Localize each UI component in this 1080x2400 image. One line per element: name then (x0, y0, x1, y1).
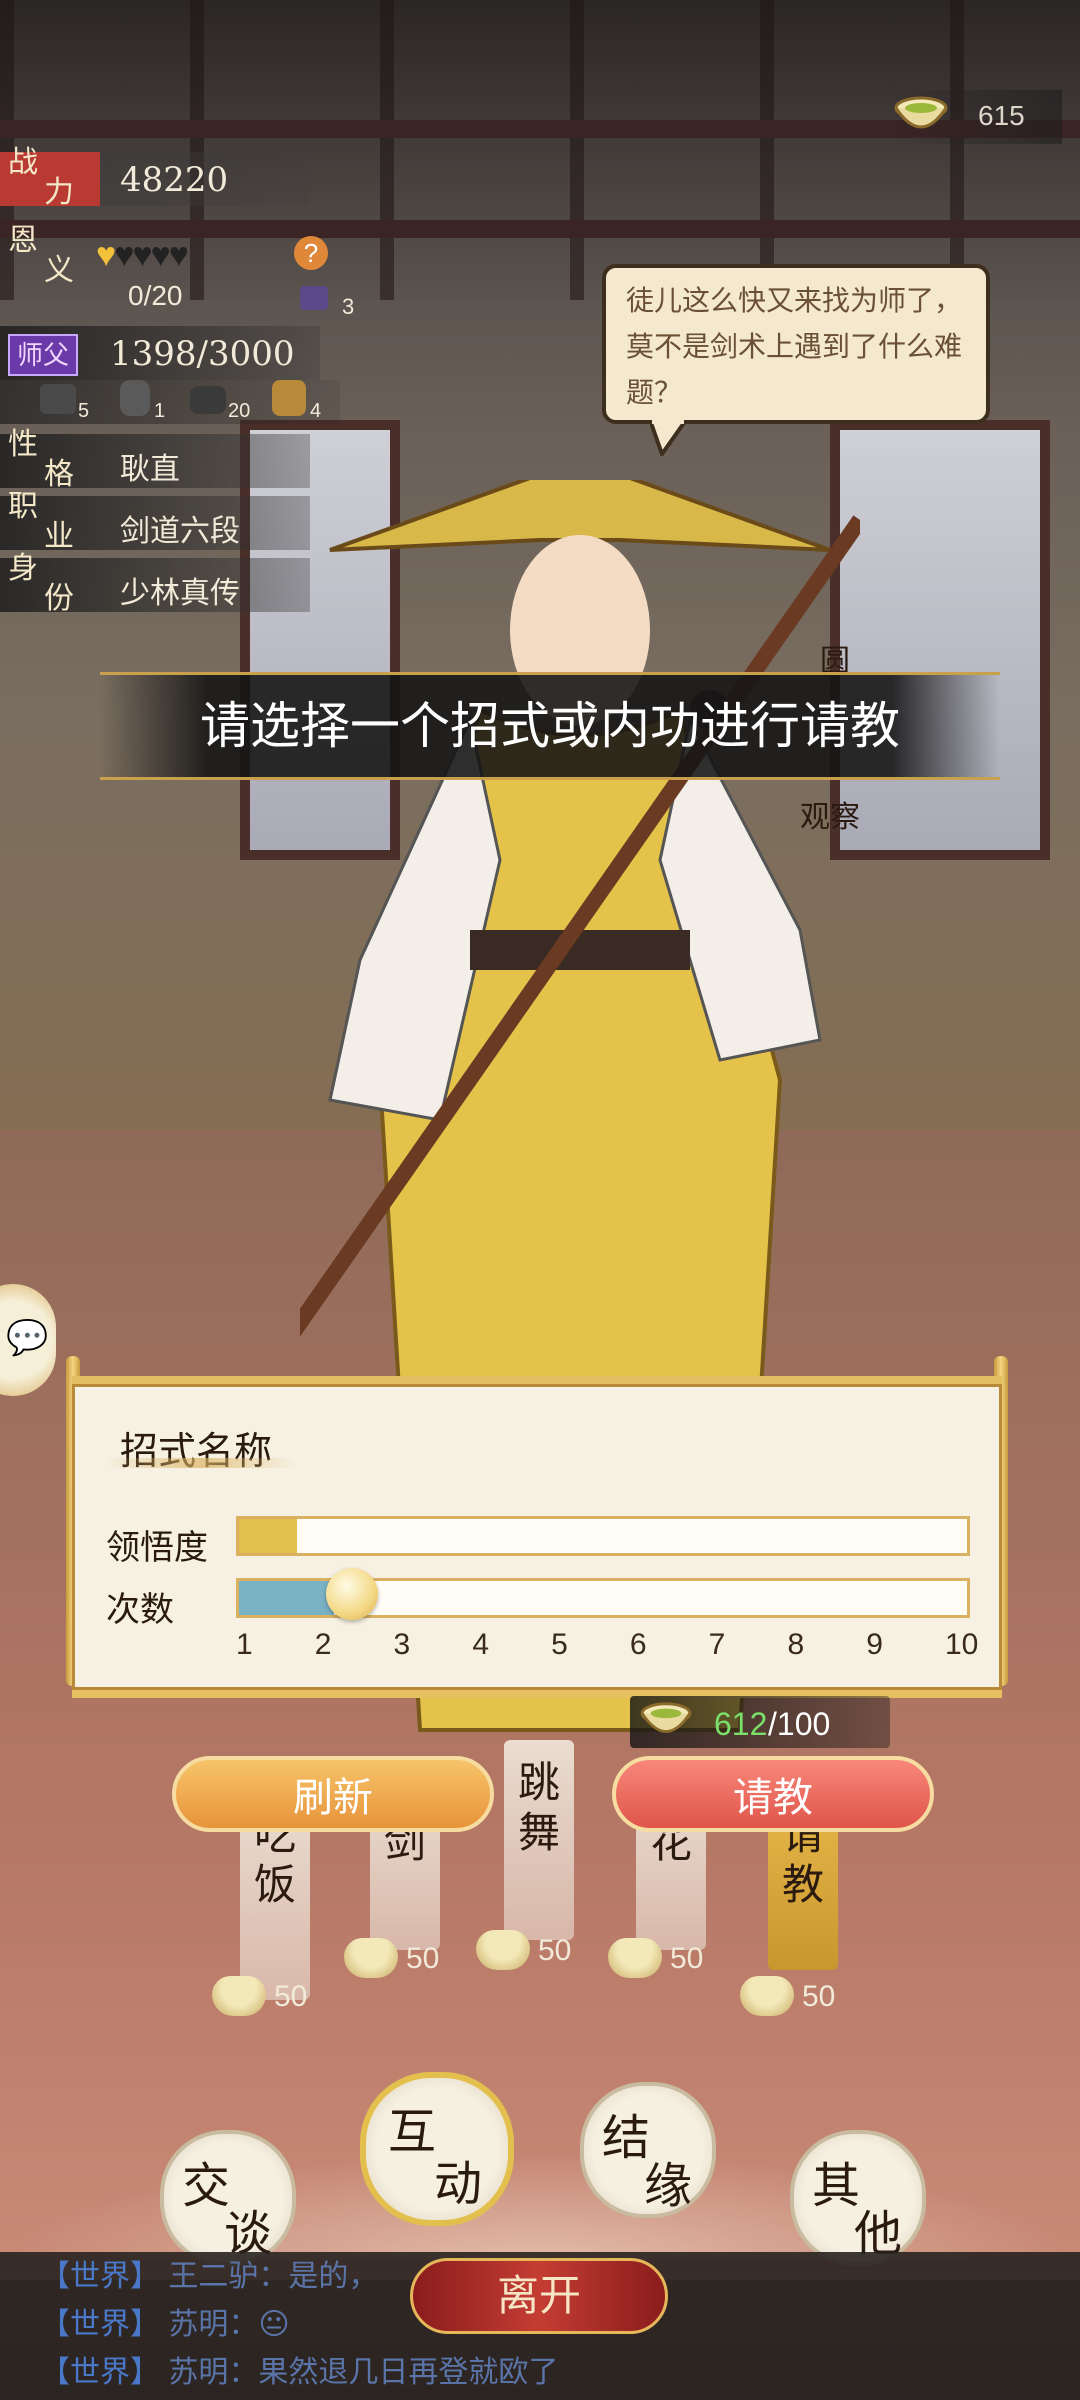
card-cost: 50 (476, 1928, 586, 1974)
personality-row: 性格 耿直 (0, 430, 310, 490)
tick-label: 3 (393, 1628, 411, 1661)
stone-icon (40, 384, 76, 414)
consult-button[interactable]: 请教 (612, 1756, 934, 1832)
consult-cost-box: 612 /100 (630, 1696, 890, 1748)
leave-button[interactable]: 离开 (410, 2258, 668, 2334)
item-row: 5 1 20 4 (0, 380, 340, 424)
chat-menu-button[interactable]: 交谈 (160, 2130, 296, 2266)
ore-icon (120, 380, 150, 416)
tick-label: 2 (314, 1628, 332, 1661)
personality-value: 耿直 (120, 453, 180, 486)
card-cost: 50 (740, 1974, 850, 2020)
tea-bowl-icon (740, 1976, 794, 2016)
tea-bowl-icon (608, 1938, 662, 1978)
tea-bowl-icon (894, 96, 948, 129)
comprehension-label: 领悟度 (106, 1529, 208, 1567)
job-value: 剑道六段 (120, 515, 240, 548)
currency-box: 615 (892, 90, 1062, 144)
item-count: 1 (154, 400, 166, 422)
gem-icon (300, 286, 328, 310)
tick-label: 4 (472, 1628, 490, 1661)
skill-panel: 招式名称 领悟度 次数 (72, 1376, 1002, 1698)
identity-key: 身份 (8, 551, 74, 616)
action-card-dance[interactable]: 跳舞 (504, 1740, 574, 1940)
power-row: 战力 48220 (0, 148, 310, 208)
action-card-label: 跳舞 (518, 1758, 561, 1857)
item-count: 4 (310, 400, 322, 422)
times-label: 次数 (106, 1591, 174, 1629)
iron-icon (190, 386, 226, 414)
bubble-tail (650, 420, 689, 456)
cost-need: /100 (768, 1706, 831, 1742)
power-value: 48220 (120, 160, 229, 200)
currency-amount: 615 (978, 100, 1025, 131)
master-row: 师父 1398/3000 (0, 326, 320, 380)
chat-line: 【世界】 苏明：😐 (40, 2308, 290, 2341)
item-count: 20 (228, 400, 251, 422)
gold-ore-icon (272, 380, 306, 416)
tea-bowl-icon (476, 1930, 530, 1970)
master-badge: 师父 (8, 334, 78, 376)
tick-label: 9 (866, 1628, 883, 1661)
tick-label: 8 (787, 1628, 805, 1661)
favor-key: 恩义 (8, 223, 74, 288)
tea-bowl-icon (212, 1976, 266, 2016)
favor-item-count: 3 (342, 294, 355, 319)
identity-row: 身份 少林真传 (0, 554, 310, 614)
times-slider-fill (239, 1581, 335, 1615)
observe-label[interactable]: 观察 (800, 792, 860, 836)
tick-label: 7 (708, 1628, 726, 1661)
help-icon[interactable]: ? (294, 236, 328, 270)
interact-menu-button[interactable]: 互动 (360, 2072, 514, 2226)
heart-filled-icon: ♥ (96, 236, 116, 274)
power-key: 战力 (8, 145, 74, 210)
tea-bowl-icon (344, 1938, 398, 1978)
title-underline (106, 1458, 296, 1468)
identity-value: 少林真传 (120, 577, 240, 610)
times-slider-handle[interactable] (325, 1568, 378, 1620)
chat-line: 【世界】 苏明：果然退几日再登就欧了 (40, 2356, 559, 2389)
tick-label: 5 (551, 1628, 568, 1661)
refresh-button[interactable]: 刷新 (172, 1756, 494, 1832)
card-cost: 50 (212, 1974, 322, 2020)
card-cost: 50 (344, 1936, 454, 1982)
job-row: 职业 剑道六段 (0, 492, 310, 552)
item-count: 5 (78, 400, 90, 422)
tea-bowl-icon (640, 1702, 692, 1733)
tick-label: 10 (945, 1628, 979, 1661)
heart-empty-icon: ♥♥♥♥ (114, 236, 189, 274)
other-menu-button[interactable]: 其他 (790, 2130, 926, 2266)
favor-hearts: ♥♥♥♥♥ (96, 236, 189, 275)
instruction-banner: 请选择一个招式或内功进行请教 (100, 672, 1000, 780)
room-window (830, 420, 1050, 860)
dialog-bubble: 徒儿这么快又来找为师了，莫不是剑术上遇到了什么难题？ (602, 264, 990, 424)
cost-have: 612 (714, 1706, 768, 1742)
master-value: 1398/3000 (110, 334, 295, 374)
tick-label: 1 (236, 1628, 253, 1661)
personality-key: 性格 (8, 427, 74, 492)
tick-label: 6 (629, 1628, 647, 1661)
job-key: 职业 (8, 489, 74, 554)
comprehension-bar (236, 1516, 970, 1556)
card-cost: 50 (608, 1936, 718, 1982)
chat-line: 【世界】 王二驴：是的， (40, 2260, 379, 2293)
favor-row: 恩义 ♥♥♥♥♥ ? (0, 222, 360, 286)
comprehension-fill (239, 1519, 298, 1553)
favor-count: 0/20 (128, 280, 183, 311)
dialog-text: 徒儿这么快又来找为师了，莫不是剑术上遇到了什么难题？ (626, 285, 963, 408)
bond-menu-button[interactable]: 结缘 (580, 2082, 716, 2218)
